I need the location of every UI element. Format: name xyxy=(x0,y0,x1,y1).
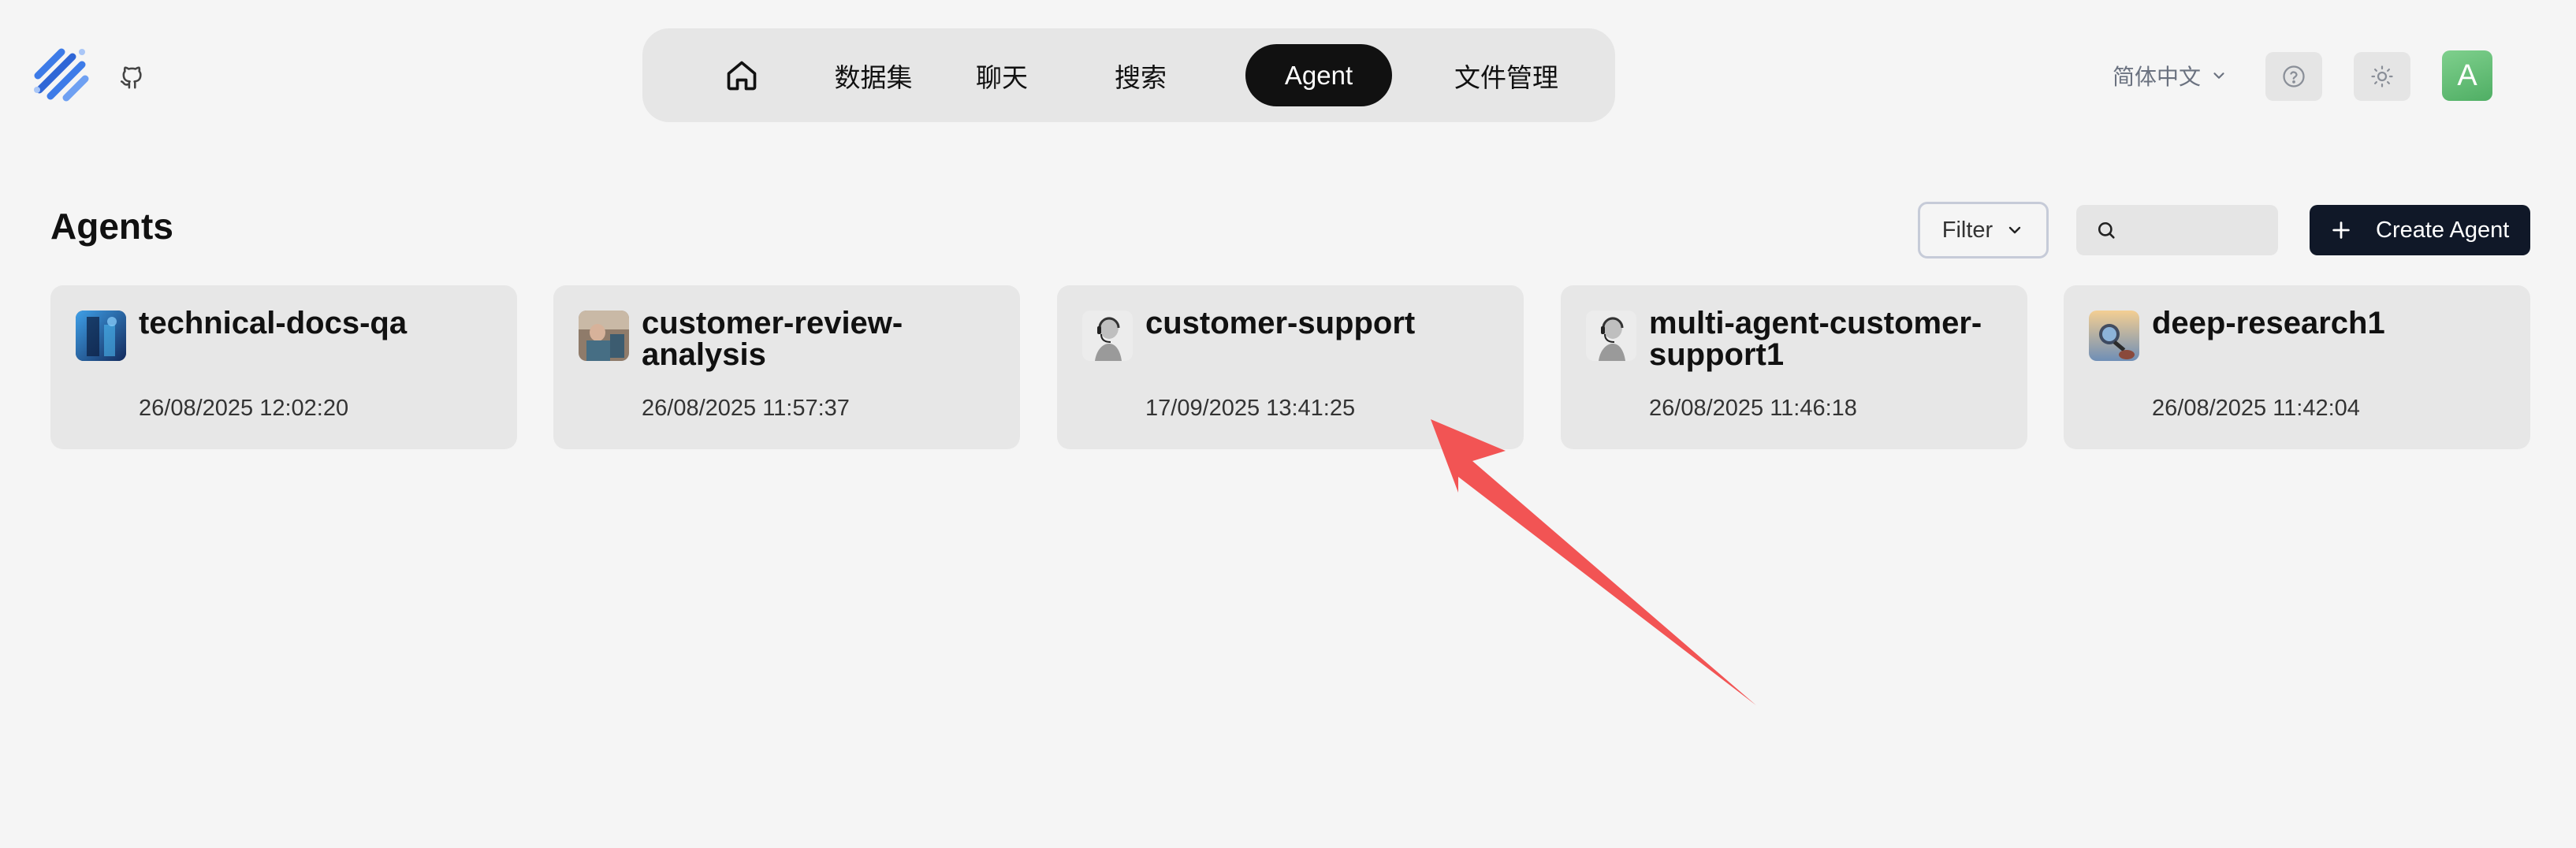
agent-name: technical-docs-qa xyxy=(139,306,408,340)
agent-thumbnail xyxy=(2089,311,2139,361)
agent-updated-date: 26/08/2025 11:46:18 xyxy=(1649,396,1857,421)
chevron-down-icon xyxy=(2213,73,2224,79)
agent-thumbnail xyxy=(1082,311,1133,361)
agent-thumbnail xyxy=(579,311,629,361)
search-box xyxy=(2076,205,2278,255)
filter-label: Filter xyxy=(1941,217,1993,243)
agent-updated-date: 17/09/2025 13:41:25 xyxy=(1145,396,1356,421)
nav-chat[interactable]: 聊天 xyxy=(962,44,1041,106)
nav-datasets[interactable]: 数据集 xyxy=(814,44,932,106)
page-title: Agents xyxy=(50,206,173,247)
agent-thumbnail xyxy=(76,311,126,361)
plus-icon xyxy=(2332,221,2350,239)
nav-agent[interactable]: Agent xyxy=(1245,44,1392,106)
help-circle-icon xyxy=(2283,65,2305,87)
search-input[interactable] xyxy=(2127,214,2265,246)
agent-updated-date: 26/08/2025 11:42:04 xyxy=(2152,396,2360,421)
user-avatar[interactable]: A xyxy=(2442,50,2492,101)
nav-search[interactable]: 搜索 xyxy=(1101,44,1180,106)
agent-updated-date: 26/08/2025 12:02:20 xyxy=(139,396,349,421)
top-navigation: 数据集 聊天 搜索 Agent 文件管理 xyxy=(642,28,1615,122)
agent-card[interactable]: customer-support 17/09/2025 13:41:25 xyxy=(1057,285,1524,449)
agent-name: customer-review-analysis xyxy=(642,306,903,372)
chevron-down-icon xyxy=(2009,226,2021,234)
agent-name: deep-research1 xyxy=(2152,306,2385,340)
agent-name: multi-agent-customer-support1 xyxy=(1649,306,1982,372)
agent-name: customer-support xyxy=(1145,306,1416,340)
help-button[interactable] xyxy=(2265,52,2322,101)
language-selector[interactable]: 简体中文 xyxy=(2113,58,2228,93)
create-agent-label: Create Agent xyxy=(2376,217,2510,243)
language-label: 简体中文 xyxy=(2113,65,2202,89)
agents-page: 数据集 聊天 搜索 Agent 文件管理 简体中文 A Agents Filte… xyxy=(0,0,2576,848)
github-icon[interactable] xyxy=(118,63,145,90)
filter-button[interactable]: Filter xyxy=(1918,202,2049,258)
agent-card[interactable]: deep-research1 26/08/2025 11:42:04 xyxy=(2064,285,2530,449)
theme-toggle-button[interactable] xyxy=(2354,52,2410,101)
agent-card[interactable]: customer-review-analysis 26/08/2025 11:5… xyxy=(553,285,1020,449)
agent-thumbnail xyxy=(1586,311,1636,361)
search-icon xyxy=(2098,221,2115,239)
sun-icon xyxy=(2371,65,2393,87)
agent-card[interactable]: technical-docs-qa 26/08/2025 12:02:20 xyxy=(50,285,517,449)
nav-file-management[interactable]: 文件管理 xyxy=(1420,44,1593,106)
agent-updated-date: 26/08/2025 11:57:37 xyxy=(642,396,850,421)
app-logo-icon[interactable] xyxy=(32,44,93,106)
home-icon xyxy=(727,61,757,90)
agent-card[interactable]: multi-agent-customer-support1 26/08/2025… xyxy=(1561,285,2027,449)
nav-home[interactable] xyxy=(693,44,791,106)
create-agent-button[interactable]: Create Agent xyxy=(2310,205,2530,255)
